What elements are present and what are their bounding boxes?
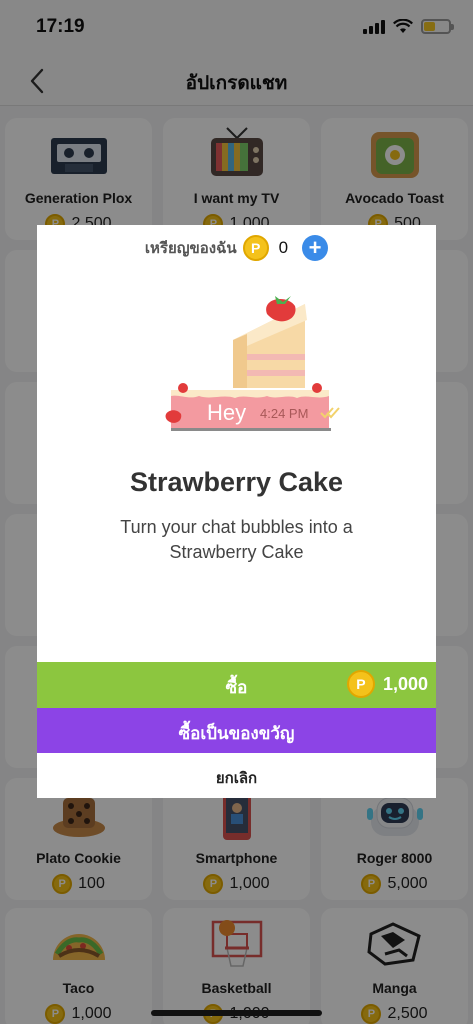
gift-label: ซื้อเป็นของขวัญ <box>178 724 295 743</box>
gift-button[interactable]: ซื้อเป็นของขวัญ <box>37 708 436 753</box>
cancel-button[interactable]: ยกเลิก <box>37 753 436 798</box>
add-coins-button[interactable]: + <box>302 235 329 261</box>
buy-price-value: 1,000 <box>382 673 428 694</box>
bubble-time: 4:24 PM <box>260 406 308 421</box>
bubble-text: Hey <box>207 400 246 425</box>
cancel-label: ยกเลิก <box>215 770 258 787</box>
coins-balance: 0 <box>278 238 289 257</box>
item-title: Strawberry Cake <box>129 467 344 497</box>
purchase-dialog: เหรียญของฉัน P 0 + Hey 4:24 PM Strawberr… <box>37 225 436 798</box>
cake-bubble-preview: Hey 4:24 PM <box>165 296 340 431</box>
coin-icon: P <box>242 235 269 261</box>
home-indicator <box>151 1010 322 1016</box>
coins-label: เหรียญของฉัน <box>144 240 237 257</box>
item-description: Turn your chat bubbles into a Strawberry… <box>120 517 353 562</box>
buy-button[interactable]: ซื้อ P 1,000 <box>37 662 436 708</box>
my-coins: เหรียญของฉัน P 0 + <box>37 235 436 261</box>
coin-icon: P <box>346 670 375 698</box>
buy-price: P 1,000 <box>346 670 428 698</box>
